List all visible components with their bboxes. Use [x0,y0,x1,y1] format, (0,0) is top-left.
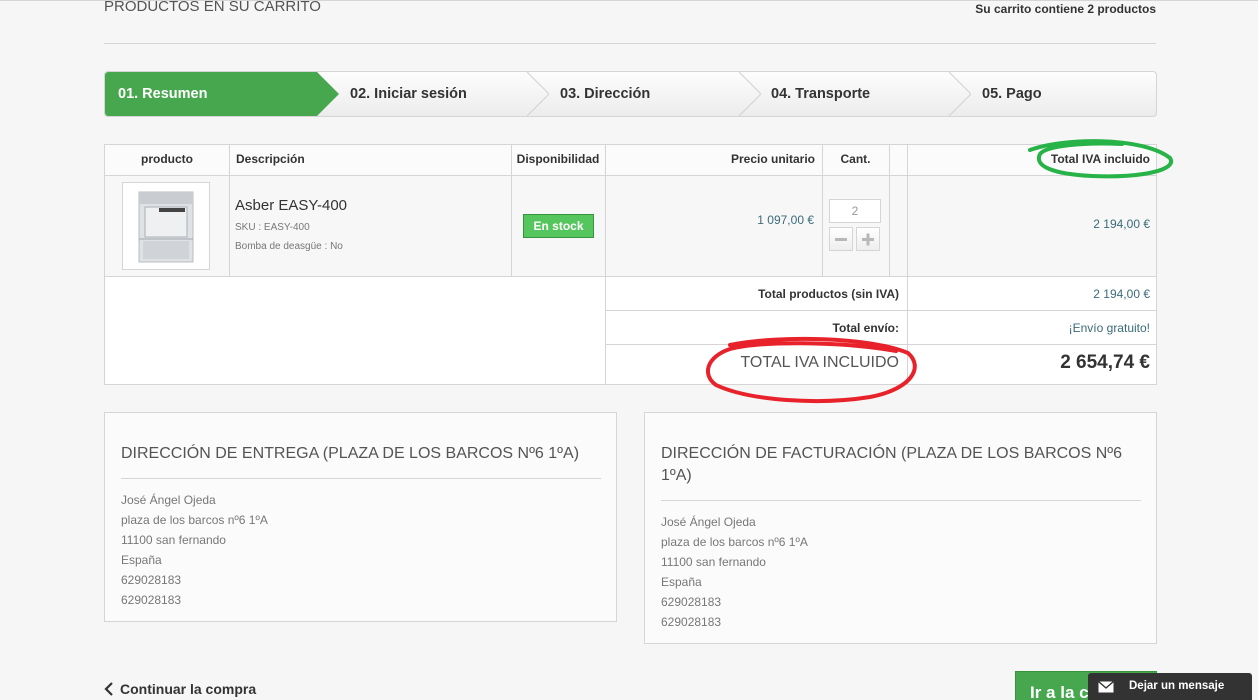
chevron-left-icon [104,682,114,699]
address-line: 11100 san fernando [121,533,226,547]
divider [605,145,606,385]
step-login[interactable]: 02. Iniciar sesión [350,72,467,116]
checkout-steps: 01. Resumen 02. Iniciar sesión 03. Direc… [104,71,1157,117]
divider [121,478,601,479]
address-line: José Ángel Ojeda [661,515,756,529]
divider [889,145,890,277]
col-availability: Disponibilidad [511,145,605,176]
divider [907,145,908,385]
col-description: Descripción [236,145,305,176]
step-shipping[interactable]: 04. Transporte [771,72,870,116]
product-sku: SKU : EASY-400 [235,222,310,233]
quantity-input[interactable]: 2 [829,199,881,223]
step-summary[interactable]: 01. Resumen [105,72,317,116]
address-line: España [121,553,162,567]
continue-shopping-link[interactable]: Continuar la compra [104,681,256,699]
product-attribute: Bomba de deasgüe : No [235,241,343,252]
grand-total-label: TOTAL IVA INCLUIDO [740,354,899,371]
col-unit-price: Precio unitario [705,145,815,176]
continue-shopping-label: Continuar la compra [120,681,257,697]
products-total-value: 2 194,00 € [1093,287,1150,301]
address-line: 629028183 [121,573,182,587]
divider [229,145,230,277]
step-address[interactable]: 03. Dirección [560,72,650,116]
minus-icon[interactable] [829,227,853,251]
col-product: producto [105,145,229,176]
page-heading: PRODUCTOS EN SU CARRITO Su carrito conti… [104,0,1156,44]
step-payment[interactable]: 05. Pago [982,72,1042,116]
col-total: Total IVA incluido [908,145,1150,176]
billing-address-box: DIRECCIÓN DE FACTURACIÓN (PLAZA DE LOS B… [644,412,1157,644]
product-image[interactable] [122,182,210,270]
step-active-arrow [317,72,339,116]
product-name[interactable]: Asber EASY-400 [235,197,347,214]
address-line: plaza de los barcos nº6 1ºA [661,535,808,549]
shipping-label: Total envío: [832,321,899,335]
address-line: España [661,575,702,589]
billing-address-title: DIRECCIÓN DE FACTURACIÓN (PLAZA DE LOS B… [661,445,1123,484]
shipping-value: ¡Envío gratuito! [1068,321,1150,335]
delivery-address-box: DIRECCIÓN DE ENTREGA (PLAZA DE LOS BARCO… [104,412,617,622]
divider [511,145,512,277]
address-line: plaza de los barcos nº6 1ºA [121,513,268,527]
divider [661,500,1141,501]
delivery-address-title: DIRECCIÓN DE ENTREGA (PLAZA DE LOS BARCO… [121,445,580,462]
address-line: José Ángel Ojeda [121,493,216,507]
address-line: 629028183 [661,615,722,629]
step-separator [525,72,549,116]
divider [822,145,823,277]
address-line: 629028183 [121,593,182,607]
step-separator [947,72,971,116]
envelope-icon [1098,680,1114,696]
divider [605,310,1156,311]
address-line: 11100 san fernando [661,555,766,569]
chat-widget[interactable]: Dejar un mensaje [1088,673,1252,700]
unit-price: 1 097,00 € [757,213,814,227]
plus-icon[interactable] [856,227,880,251]
cart-table: producto Descripción Disponibilidad Prec… [104,144,1157,385]
chat-label: Dejar un mensaje [1129,680,1225,692]
stock-badge: En stock [523,214,594,238]
step-separator [737,72,761,116]
page-title: PRODUCTOS EN SU CARRITO [104,0,321,15]
divider [105,276,1156,277]
col-qty: Cant. [822,145,889,176]
line-total: 2 194,00 € [1093,217,1150,231]
address-line: 629028183 [661,595,722,609]
cart-count: Su carrito contiene 2 productos [975,2,1156,16]
products-total-label: Total productos (sin IVA) [758,287,899,301]
grand-total-value: 2 654,74 € [1060,352,1150,373]
divider [605,344,1156,345]
